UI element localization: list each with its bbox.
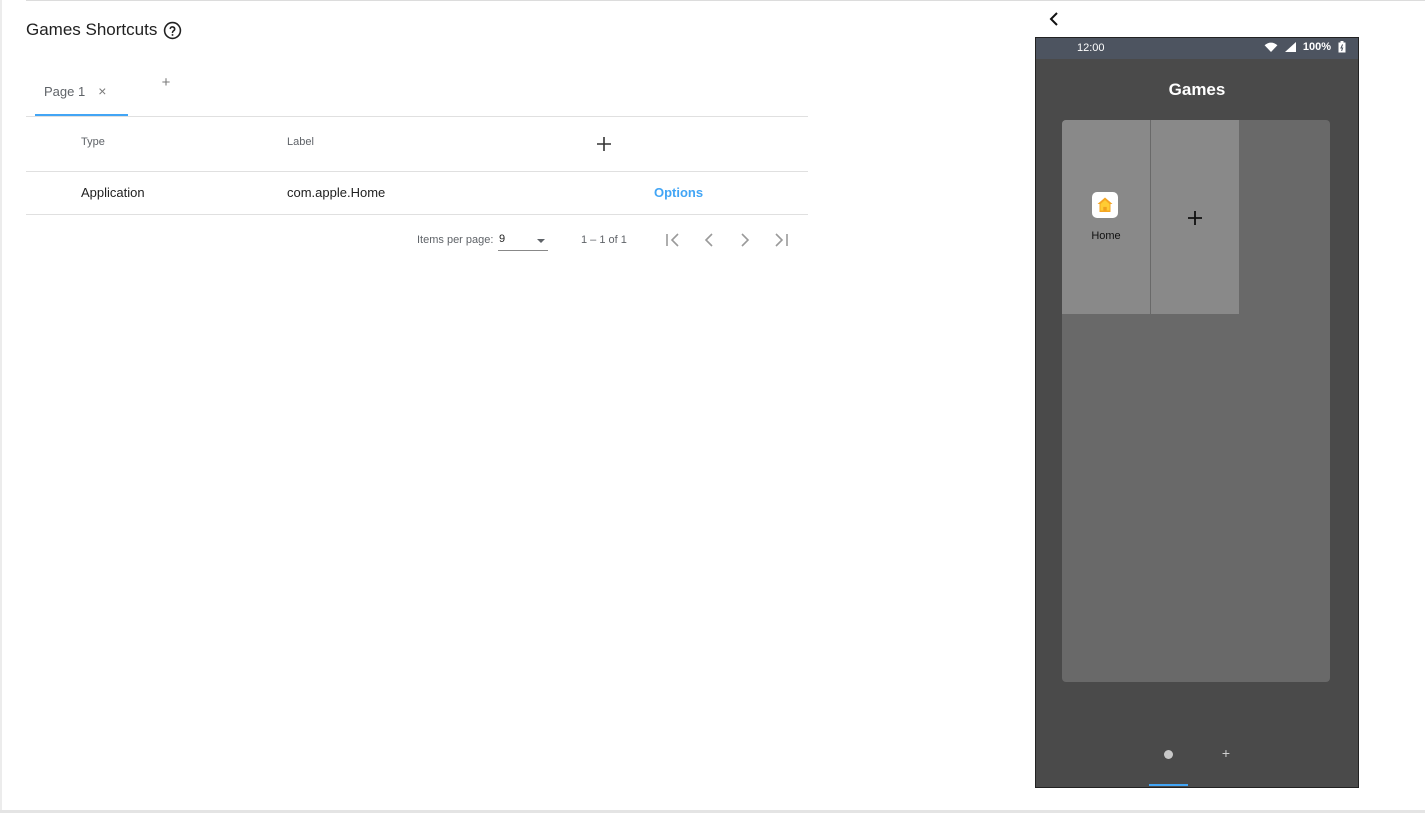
- row-label: com.apple.Home: [287, 185, 386, 200]
- active-page-indicator: [1149, 784, 1188, 786]
- previous-page-button[interactable]: [699, 230, 719, 250]
- back-button[interactable]: [1046, 10, 1062, 28]
- app-label: Home: [1091, 230, 1121, 242]
- first-page-button[interactable]: [663, 230, 683, 250]
- add-tab-button[interactable]: +: [159, 74, 173, 94]
- status-icons: 100%: [1264, 41, 1346, 53]
- phone-preview: 12:00 100% Games Home +: [1035, 37, 1359, 788]
- shortcut-grid: Home: [1062, 120, 1330, 682]
- page-indicator-dot[interactable]: [1164, 750, 1173, 759]
- column-header-label[interactable]: Label: [287, 136, 314, 148]
- tab-page-1[interactable]: Page 1 ×: [35, 66, 128, 116]
- items-per-page-label: Items per page:: [417, 234, 494, 246]
- status-bar: 12:00 100%: [1036, 38, 1358, 59]
- items-per-page-value: 9: [499, 233, 506, 245]
- left-border: [0, 0, 2, 811]
- battery-icon: [1338, 41, 1346, 53]
- items-per-page-select[interactable]: 9: [498, 232, 548, 251]
- add-shortcut-cell[interactable]: [1151, 120, 1239, 314]
- next-page-button[interactable]: [735, 230, 755, 250]
- chevron-left-icon: [704, 233, 713, 247]
- last-page-button[interactable]: [771, 230, 791, 250]
- column-header-type[interactable]: Type: [81, 136, 105, 148]
- page-tabs: Page 1 × +: [35, 66, 807, 117]
- close-icon[interactable]: ×: [98, 83, 106, 99]
- add-page-button[interactable]: +: [1219, 745, 1233, 761]
- tab-label: Page 1: [44, 83, 86, 99]
- page-range: 1 – 1 of 1: [581, 234, 627, 246]
- add-shortcut-button[interactable]: [594, 134, 614, 154]
- plus-icon: [1188, 211, 1202, 225]
- table-top-divider: [26, 116, 808, 117]
- row-divider: [26, 214, 808, 215]
- page-header: Games Shortcuts: [26, 20, 182, 40]
- help-icon[interactable]: [163, 21, 182, 40]
- dropdown-arrow-icon: [537, 239, 545, 243]
- preview-title: Games: [1168, 80, 1226, 99]
- first-page-icon: [666, 233, 679, 247]
- top-divider: [26, 0, 1425, 1]
- battery-percent: 100%: [1302, 41, 1331, 53]
- page-title: Games Shortcuts: [26, 20, 158, 39]
- app-frame: Games Shortcuts Page 1 × + Type Label Ap…: [0, 0, 1425, 813]
- signal-icon: [1284, 42, 1296, 52]
- header-divider: [26, 171, 808, 172]
- plus-icon: [597, 137, 611, 151]
- last-page-icon: [775, 233, 788, 247]
- home-app-icon: [1092, 192, 1118, 218]
- status-time: 12:00: [1077, 42, 1105, 54]
- row-type: Application: [81, 185, 145, 200]
- chevron-left-icon: [1049, 12, 1058, 26]
- chevron-right-icon: [741, 233, 750, 247]
- shortcut-cell-home[interactable]: Home: [1062, 120, 1150, 314]
- wifi-icon: [1264, 42, 1278, 52]
- options-button[interactable]: Options: [654, 185, 703, 200]
